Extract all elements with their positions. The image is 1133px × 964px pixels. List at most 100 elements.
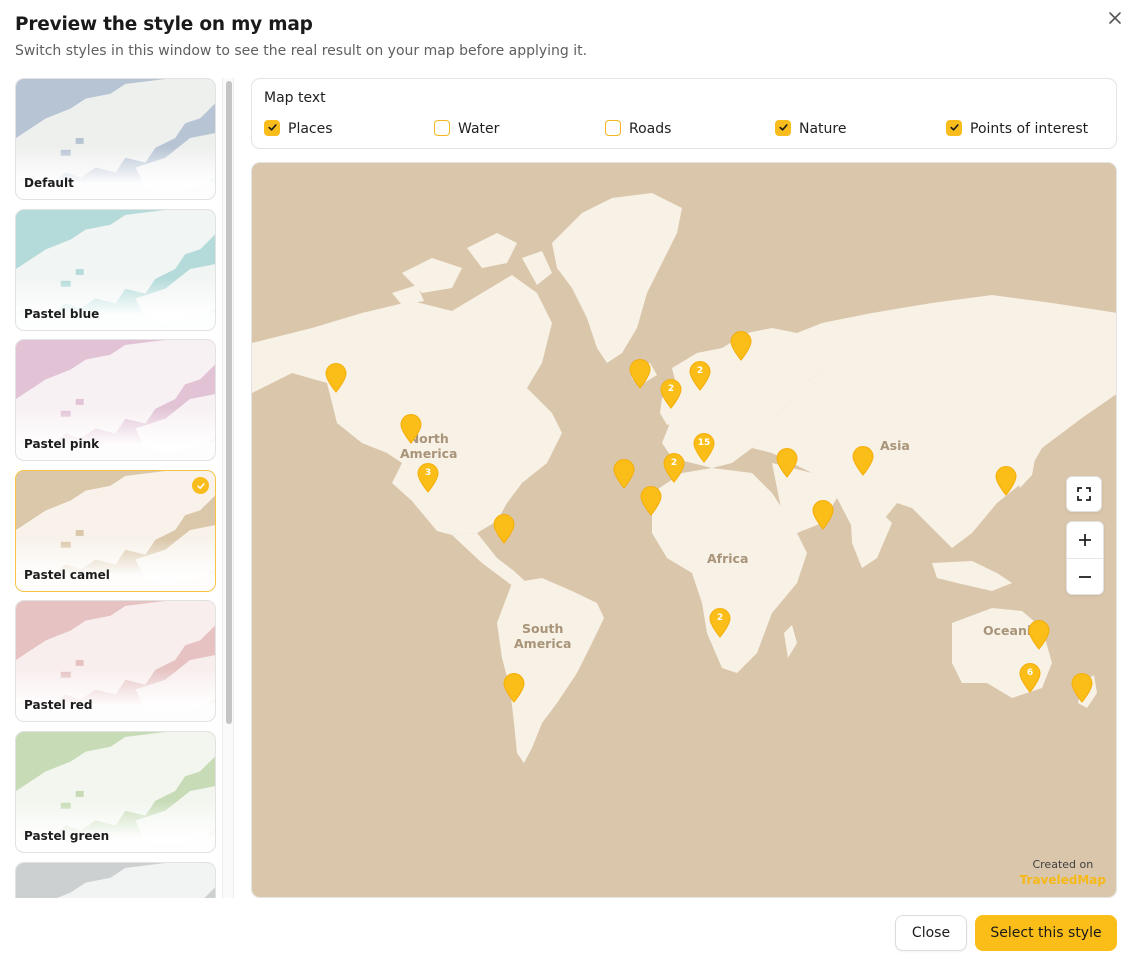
card-fade xyxy=(16,669,215,721)
zoom-out-button[interactable] xyxy=(1067,559,1103,595)
pin-icon xyxy=(325,363,347,393)
thumbnail-patch xyxy=(75,138,84,144)
map-pin[interactable] xyxy=(1028,620,1050,650)
nature-label: Nature xyxy=(799,121,847,137)
dialog-title: Preview the style on my map xyxy=(15,14,313,35)
zoom-in-button[interactable] xyxy=(1067,522,1103,558)
map-pin[interactable]: 2 xyxy=(689,361,711,391)
madagascar-land xyxy=(784,625,797,658)
map-pin[interactable]: 2 xyxy=(709,608,731,638)
style-list-scrollbar[interactable] xyxy=(222,78,234,898)
map-preview[interactable]: North America South America Africa Asia … xyxy=(251,162,1117,898)
style-card[interactable] xyxy=(15,862,216,898)
map-credit: Created on TraveledMap xyxy=(1020,858,1106,887)
dialog-subtitle: Switch styles in this window to see the … xyxy=(15,43,588,59)
map-text-panel: Map text Places Water Roads Nature Point… xyxy=(251,78,1117,149)
fullscreen-button[interactable] xyxy=(1066,476,1102,512)
map-pin[interactable] xyxy=(629,359,651,389)
map-pin[interactable] xyxy=(995,466,1017,496)
pin-icon xyxy=(613,459,635,489)
style-card-label: Pastel green xyxy=(24,829,110,843)
points-of-interest-checkbox[interactable] xyxy=(946,119,962,136)
label-south-america: South America xyxy=(514,621,572,651)
nature-checkbox[interactable] xyxy=(775,119,791,136)
close-button[interactable]: Close xyxy=(895,915,967,951)
pin-count: 2 xyxy=(716,613,724,623)
zoom-controls xyxy=(1066,521,1104,595)
pin-icon xyxy=(1028,620,1050,650)
map-text-title: Map text xyxy=(264,90,326,106)
option-water[interactable]: Water xyxy=(434,118,499,137)
map-pin[interactable] xyxy=(325,363,347,393)
map-pin[interactable]: 2 xyxy=(663,453,685,483)
style-card[interactable]: Pastel camel xyxy=(15,470,216,592)
style-list: Default Pastel blue Pastel pink Pastel came… xyxy=(15,78,218,898)
card-fade xyxy=(16,800,215,852)
style-card[interactable]: Pastel green xyxy=(15,731,216,853)
option-places[interactable]: Places xyxy=(264,118,333,137)
world-map xyxy=(252,193,1116,763)
map-pin[interactable]: 3 xyxy=(417,463,439,493)
map-pin[interactable] xyxy=(812,500,834,530)
style-thumbnail xyxy=(16,863,215,898)
style-card-label: Pastel blue xyxy=(24,307,100,321)
style-card[interactable]: Pastel blue xyxy=(15,209,216,331)
pin-icon xyxy=(812,500,834,530)
thumbnail-patch xyxy=(75,530,84,536)
points-of-interest-label: Points of interest xyxy=(970,121,1089,137)
pin-count: 15 xyxy=(697,438,711,448)
checkmark-icon xyxy=(949,124,959,131)
label-africa: Africa xyxy=(707,551,749,566)
thumbnail-patch xyxy=(75,791,84,797)
places-label: Places xyxy=(288,121,333,137)
style-card[interactable]: Default xyxy=(15,78,216,200)
option-points-of-interest[interactable]: Points of interest xyxy=(946,118,1088,137)
fullscreen-icon xyxy=(1077,487,1091,501)
card-fade xyxy=(16,408,215,460)
pin-count: 3 xyxy=(424,468,432,478)
style-card-label: Default xyxy=(24,176,74,190)
map-pin[interactable]: 15 xyxy=(693,433,715,463)
option-nature[interactable]: Nature xyxy=(775,118,846,137)
map-pin[interactable] xyxy=(1071,673,1093,703)
pin-count: 2 xyxy=(696,366,704,376)
map-pin[interactable] xyxy=(613,459,635,489)
map-pin[interactable] xyxy=(640,486,662,516)
dialog-close-button[interactable] xyxy=(1105,8,1125,28)
map-pin[interactable] xyxy=(730,331,752,361)
places-checkbox[interactable] xyxy=(264,119,280,136)
card-fade xyxy=(16,147,215,199)
close-icon xyxy=(1109,12,1121,24)
pin-icon xyxy=(776,448,798,478)
option-roads[interactable]: Roads xyxy=(605,118,671,137)
style-card[interactable]: Pastel pink xyxy=(15,339,216,461)
map-pin[interactable] xyxy=(503,673,525,703)
pin-icon xyxy=(629,359,651,389)
map-pin[interactable] xyxy=(776,448,798,478)
style-card[interactable]: Pastel red xyxy=(15,600,216,722)
map-pin[interactable] xyxy=(400,414,422,444)
roads-checkbox[interactable] xyxy=(605,119,621,136)
style-card-label: Pastel pink xyxy=(24,437,100,451)
pin-icon xyxy=(995,466,1017,496)
scrollbar-thumb[interactable] xyxy=(226,81,232,724)
water-label: Water xyxy=(458,121,500,137)
pin-count: 2 xyxy=(667,384,675,394)
plus-icon xyxy=(1079,534,1091,546)
pin-icon xyxy=(493,514,515,544)
water-checkbox[interactable] xyxy=(434,119,450,136)
map-pin[interactable]: 6 xyxy=(1019,663,1041,693)
pin-icon xyxy=(852,446,874,476)
credit-brand-link[interactable]: TraveledMap xyxy=(1020,873,1106,887)
map-pin[interactable] xyxy=(852,446,874,476)
indonesia-land xyxy=(932,561,1012,591)
select-style-button[interactable]: Select this style xyxy=(975,915,1117,951)
greenland-land xyxy=(552,193,682,363)
map-pin[interactable] xyxy=(493,514,515,544)
map-pin[interactable]: 2 xyxy=(660,379,682,409)
thumbnail-patch xyxy=(75,399,84,405)
pin-icon xyxy=(730,331,752,361)
style-card-label: Pastel red xyxy=(24,698,93,712)
style-card-label: Pastel camel xyxy=(24,568,110,582)
label-asia: Asia xyxy=(880,438,910,453)
